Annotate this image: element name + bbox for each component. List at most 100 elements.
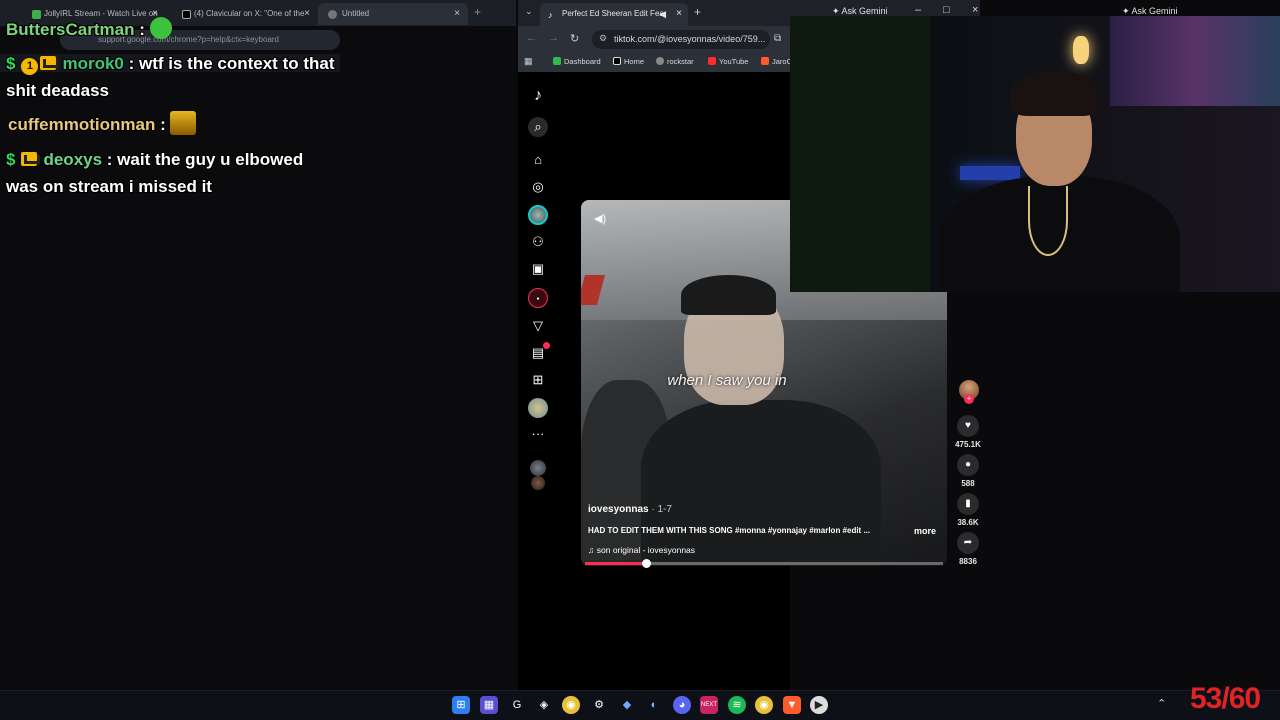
youtube-icon — [708, 57, 716, 65]
webcam-plant-wall — [790, 16, 930, 292]
speaker-icon[interactable]: ◀ — [659, 9, 666, 20]
tiktok-logo-icon[interactable]: ♪ — [528, 86, 548, 106]
share-icon[interactable]: ➦ — [957, 532, 979, 554]
start-menu-icon[interactable]: ⊞ — [452, 696, 470, 714]
comment-count: 588 — [961, 479, 975, 488]
tab-label: Perfect Ed Sheeran Edit Fea — [562, 9, 664, 18]
video-progress-thumb[interactable] — [641, 559, 651, 568]
bookmark-home[interactable]: Home — [613, 57, 644, 66]
chrome-icon[interactable]: ◉ — [562, 696, 580, 714]
browser-tab-active[interactable]: ♪ Perfect Ed Sheeran Edit Fea ◀ × — [540, 3, 688, 26]
video-description: HAD TO EDIT THEM WITH THIS SONG #monna #… — [588, 526, 871, 535]
upload-icon[interactable]: ⊞ — [528, 370, 548, 390]
webcam-led-lights — [1110, 16, 1280, 106]
more-icon[interactable]: ··· — [528, 424, 548, 444]
chat-separator: : — [123, 54, 139, 73]
chat-message: $1 morok0 : wtf is the context to that sh… — [6, 50, 336, 104]
bookmark-rockstar[interactable]: rockstar — [656, 57, 694, 66]
ask-gemini-label: Ask Gemini — [841, 6, 888, 16]
bookmark-jaroc[interactable]: JaroC — [761, 57, 792, 66]
emote-icon — [170, 111, 197, 135]
followed-avatar-icon[interactable] — [530, 460, 546, 476]
comment-icon[interactable]: ● — [957, 454, 979, 476]
address-bar[interactable]: ⚙ tiktok.com/@iovesyonnas/video/759... — [592, 30, 770, 49]
tab-search-icon[interactable]: ⌄ — [525, 6, 533, 17]
chat-separator: : — [134, 20, 150, 39]
profile-avatar-icon[interactable] — [528, 398, 548, 418]
webcam-person-hair — [1010, 71, 1100, 116]
site-info-icon[interactable]: ⚙ — [599, 33, 607, 44]
share-count: 8836 — [959, 557, 977, 566]
chat-message: $ deoxys : wait the guy u elbowed was on … — [6, 146, 336, 200]
dashboard-icon — [553, 57, 561, 65]
brave-icon[interactable]: ▼ — [783, 696, 801, 714]
reload-icon[interactable]: ↻ — [570, 32, 579, 45]
bookmark-label: Dashboard — [564, 57, 601, 66]
apps-icon[interactable]: ▦ — [480, 696, 498, 714]
bookmark-icon[interactable]: ▮ — [957, 493, 979, 515]
discord-icon[interactable]: ◕ — [673, 696, 691, 714]
chevron-up-icon[interactable]: ⌃ — [1157, 697, 1166, 710]
forward-icon[interactable]: → — [548, 32, 559, 44]
followed-avatar-icon[interactable] — [531, 476, 545, 490]
back-icon[interactable]: ← — [526, 32, 537, 44]
chat-separator: : — [155, 115, 171, 134]
new-tab-icon[interactable]: + — [474, 5, 481, 19]
maximize-icon[interactable]: □ — [943, 4, 950, 16]
crown-badge-icon — [21, 152, 41, 166]
media-player-icon[interactable]: ▶ — [810, 696, 828, 714]
search-icon[interactable]: ⌕ — [528, 117, 548, 137]
explore-icon[interactable]: ◎ — [528, 177, 548, 197]
brave-icon — [761, 57, 769, 65]
chat-message: cuffemmotionman : — [6, 111, 336, 138]
sound-link[interactable]: ♫ son original - iovesyonnas — [588, 545, 695, 555]
ask-gemini-button[interactable]: ✦ Ask Gemini — [1122, 6, 1178, 17]
video-caption: when I saw you in — [667, 372, 787, 389]
chat-username: cuffemmotionman — [8, 115, 156, 134]
ask-gemini-button[interactable]: ✦ Ask Gemini — [832, 6, 888, 17]
bookmark-label: YouTube — [719, 57, 749, 66]
video-author[interactable]: iovesyonnas · 1-7 — [588, 504, 672, 515]
like-count: 475.1K — [955, 440, 981, 449]
more-button[interactable]: more — [914, 526, 936, 536]
search-taskbar-icon[interactable]: G — [508, 696, 526, 714]
cast-icon[interactable]: ⧉ — [774, 33, 781, 44]
games-icon[interactable]: ● — [528, 288, 548, 308]
messages-icon[interactable]: ▽ — [528, 316, 548, 336]
minimize-icon[interactable]: – — [915, 4, 921, 16]
bookmark-dashboard[interactable]: Dashboard — [553, 57, 601, 66]
apps-grid-icon[interactable]: ▦ — [524, 56, 533, 67]
url-text: tiktok.com/@iovesyonnas/video/759... — [614, 34, 766, 44]
spotify-icon[interactable]: ≋ — [728, 696, 746, 714]
x-logo-icon — [613, 57, 621, 65]
widgets-icon[interactable]: ◈ — [535, 696, 553, 714]
save-count: 38.6K — [957, 518, 979, 527]
settings-gear-icon[interactable]: ⚙ — [590, 696, 608, 714]
close-icon[interactable]: × — [454, 8, 460, 19]
video-progress-fill — [585, 562, 646, 565]
live-avatar-icon[interactable] — [528, 205, 548, 225]
live-icon[interactable]: ▣ — [528, 259, 548, 279]
chat-username: deoxys — [43, 150, 103, 169]
volume-icon[interactable]: ◀) — [594, 212, 606, 225]
streamer-webcam — [790, 16, 1280, 292]
browser-tab-active[interactable]: Untitled × — [318, 3, 468, 25]
close-icon[interactable]: × — [676, 8, 682, 19]
home-icon[interactable]: ⌂ — [528, 150, 548, 170]
like-heart-icon[interactable]: ♥ — [957, 415, 979, 437]
new-tab-icon[interactable]: + — [694, 5, 701, 19]
webcam-chain — [1028, 186, 1068, 256]
author-name[interactable]: iovesyonnas — [588, 504, 649, 515]
dollar-badge-icon: $ — [6, 54, 16, 73]
following-icon[interactable]: ⚇ — [528, 232, 548, 252]
follow-plus-icon[interactable]: + — [964, 394, 974, 404]
crown-badge-icon — [40, 56, 60, 70]
next-app-icon[interactable]: NEXT — [700, 696, 718, 714]
chrome-icon[interactable]: ◉ — [755, 696, 773, 714]
music-note-icon: ♫ — [588, 545, 597, 555]
steam-icon[interactable]: ◐ — [645, 696, 663, 714]
close-window-icon[interactable]: × — [972, 4, 978, 16]
tiktok-favicon-icon: ♪ — [548, 10, 553, 20]
bookmark-youtube[interactable]: YouTube — [708, 57, 748, 66]
vscode-icon[interactable]: ◆ — [618, 696, 636, 714]
